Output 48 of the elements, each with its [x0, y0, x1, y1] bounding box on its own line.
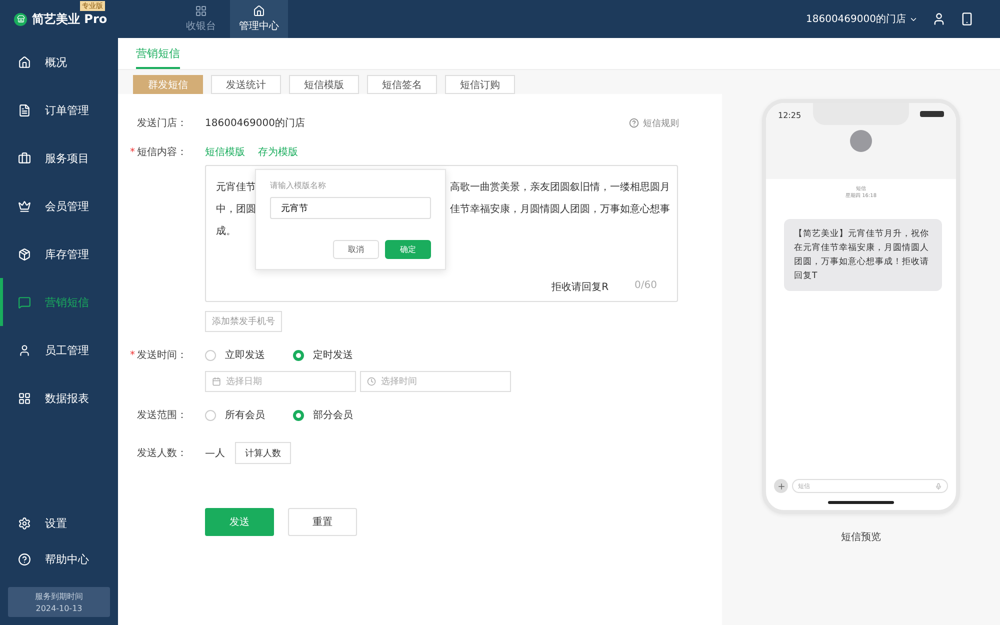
sidebar-item[interactable]: 服务项目: [0, 134, 118, 182]
radio-option[interactable]: 定时发送: [293, 348, 381, 362]
sidebar-item[interactable]: 库存管理: [0, 230, 118, 278]
message-text: 元宵佳节: [216, 180, 256, 194]
sidebar-item[interactable]: 设置: [0, 505, 118, 541]
store-switcher[interactable]: 18600469000的门店: [806, 12, 918, 26]
nav-tab[interactable]: 管理中心: [230, 0, 288, 38]
sidebar-item[interactable]: 概况: [0, 38, 118, 86]
expiry-label: 服务到期时间: [35, 591, 83, 602]
field-label: 发送门店：: [137, 116, 188, 130]
preview-caption: 短信预览: [841, 531, 881, 544]
app-logo: 简艺美业 Pro: [32, 10, 108, 28]
radio-option[interactable]: 部分会员: [293, 408, 381, 422]
calculate-button[interactable]: 计算人数: [235, 442, 291, 464]
radio-option[interactable]: 立即发送: [205, 348, 293, 362]
status-time: 12:25: [778, 111, 802, 120]
recipient-count: —人: [205, 447, 225, 460]
tab[interactable]: 短信签名: [367, 75, 437, 94]
field-label: 发送范围：: [137, 408, 188, 422]
sidebar-item[interactable]: 帮助中心: [0, 541, 118, 577]
char-counter: 0/60: [634, 280, 657, 293]
cancel-button[interactable]: 取消: [333, 240, 379, 259]
sidebar-item[interactable]: 数据报表: [0, 374, 118, 422]
field-label: 发送时间：: [137, 348, 188, 362]
store-name: 18600469000的门店: [205, 116, 305, 130]
tab[interactable]: 短信订购: [445, 75, 515, 94]
nav-tab[interactable]: 收银台: [172, 0, 230, 38]
rules-link[interactable]: 短信规则: [629, 116, 679, 130]
field-label: 短信内容：: [137, 146, 188, 159]
required-mark: *: [130, 350, 135, 360]
message-text: 成。: [216, 224, 236, 238]
sidebar-item[interactable]: 订单管理: [0, 86, 118, 134]
opt-out-suffix: 拒收请回复R: [552, 280, 609, 294]
sidebar-item[interactable]: 员工管理: [0, 326, 118, 374]
tab[interactable]: 发送统计: [211, 75, 281, 94]
required-mark: *: [130, 146, 135, 158]
message-text: 中，团圆: [216, 202, 256, 216]
tab[interactable]: 短信模版: [289, 75, 359, 94]
expiry-date: 2024-10-13: [36, 604, 82, 613]
radio-option[interactable]: 所有会员: [205, 408, 293, 422]
message-text: 佳节幸福安康，月圆情圆人团圆，万事如意心想事: [450, 202, 670, 216]
message-bubble: 【简艺美业】元宵佳节月升，祝你在元宵佳节幸福安康，月圆情圆人团圆，万事如意心想事成！拒收请回复T: [784, 219, 942, 291]
field-label: 发送人数：: [137, 447, 188, 460]
template-name-input[interactable]: 元宵节: [270, 197, 431, 219]
reset-button[interactable]: 重置: [288, 508, 357, 536]
sidebar-item[interactable]: 会员管理: [0, 182, 118, 230]
popover-label: 请输入模版名称: [270, 180, 327, 191]
message-text: 高歌一曲赏美景，亲友团圆叙旧情，一缕相思圆月: [450, 180, 670, 194]
